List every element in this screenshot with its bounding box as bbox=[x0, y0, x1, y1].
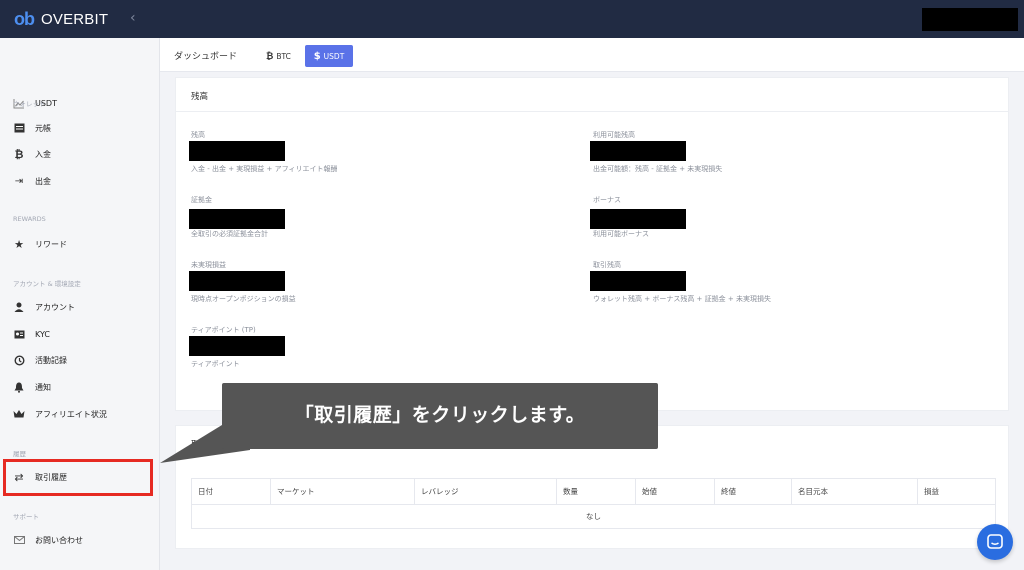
table-empty-row: なし bbox=[192, 505, 995, 528]
usdt-label: USDT bbox=[323, 51, 345, 61]
logo[interactable]: ob OVERBIT bbox=[14, 9, 108, 30]
balance-label: 残高 bbox=[191, 131, 205, 139]
bell-icon bbox=[13, 381, 25, 393]
tier-point-value-redacted bbox=[189, 336, 285, 356]
sidebar-section-support: サポート bbox=[13, 513, 39, 521]
crown-icon bbox=[13, 408, 25, 420]
sidebar-item-label: 通知 bbox=[35, 382, 51, 392]
sidebar-item-label: お問い合わせ bbox=[35, 535, 83, 545]
btc-label: BTC bbox=[276, 52, 291, 61]
balance-card-title: 残高 bbox=[191, 92, 209, 102]
sidebar-item-withdraw[interactable]: ⇥ 出金 bbox=[13, 173, 51, 189]
sidebar-item-affiliate[interactable]: アフィリエイト状況 bbox=[13, 406, 107, 422]
chat-support-button[interactable] bbox=[977, 524, 1013, 560]
sidebar-item-rewards[interactable]: ★ リワード bbox=[13, 236, 67, 252]
unrealized-note: 現時点オープンポジションの損益 bbox=[191, 295, 296, 303]
column-header[interactable]: レバレッジ bbox=[415, 479, 557, 504]
sidebar-section-history: 履歴 bbox=[13, 450, 26, 458]
btc-tab[interactable]: ₿ BTC bbox=[260, 46, 297, 67]
envelope-icon bbox=[13, 534, 25, 546]
trading-balance-label: 取引残高 bbox=[593, 261, 621, 269]
sidebar-item-label: アフィリエイト状況 bbox=[35, 409, 107, 419]
logo-mark: ob bbox=[14, 9, 35, 29]
sidebar-item-label: 出金 bbox=[35, 176, 51, 186]
top-navbar: ob OVERBIT ‹ bbox=[0, 0, 1024, 38]
bitcoin-icon: ₿ bbox=[14, 147, 24, 161]
tier-point-label: ティアポイント (TP) bbox=[191, 326, 256, 334]
sidebar-item-notifications[interactable]: 通知 bbox=[13, 379, 51, 395]
sidebar-item-label: 活動記録 bbox=[35, 355, 67, 365]
sidebar-item-label: アカウント bbox=[35, 302, 75, 312]
table-header: 日付 マーケット レバレッジ 数量 始値 終値 名目元本 損益 bbox=[192, 479, 995, 505]
available-note: 出金可能額：残高 - 証拠金 + 未実現損失 bbox=[593, 165, 723, 173]
tier-point-note: ティアポイント bbox=[191, 360, 240, 368]
margin-value-redacted bbox=[189, 209, 285, 229]
column-header[interactable]: 損益 bbox=[918, 479, 995, 504]
column-header[interactable]: 名目元本 bbox=[792, 479, 918, 504]
page-title: ダッシュボード bbox=[174, 52, 238, 62]
sidebar-item-label: 入金 bbox=[35, 149, 51, 159]
sidebar-section-wallet: ウォレット bbox=[13, 100, 46, 108]
user-icon bbox=[13, 301, 25, 313]
bonus-note: 利用可能ボーナス bbox=[593, 230, 649, 238]
balance-card-header: 残高 bbox=[176, 78, 1008, 112]
instruction-callout: 「取引履歴」をクリックします。 bbox=[222, 383, 658, 449]
margin-label: 証拠金 bbox=[191, 196, 212, 204]
dollar-icon: $ bbox=[313, 50, 321, 62]
balance-note: 入金 - 出金 + 実現損益 + アフィリエイト報酬 bbox=[191, 165, 338, 173]
unrealized-label: 未実現損益 bbox=[191, 261, 226, 269]
column-header[interactable]: 始値 bbox=[636, 479, 715, 504]
trading-balance-value-redacted bbox=[590, 271, 686, 291]
sidebar-item-activity[interactable]: 活動記録 bbox=[13, 352, 67, 368]
chat-icon bbox=[987, 534, 1003, 549]
empty-message: なし bbox=[586, 512, 601, 521]
balance-card: 残高 残高 入金 - 出金 + 実現損益 + アフィリエイト報酬 証拠金 全取引… bbox=[175, 77, 1009, 411]
bonus-label: ボーナス bbox=[593, 196, 621, 204]
logo-text: OVERBIT bbox=[41, 11, 109, 28]
margin-note: 全取引の必須証拠金合計 bbox=[191, 230, 268, 238]
sidebar-item-deposit[interactable]: ₿ 入金 bbox=[13, 146, 51, 162]
column-header[interactable]: 終値 bbox=[715, 479, 792, 504]
sidebar-item-kyc[interactable]: KYC bbox=[13, 326, 50, 342]
bitcoin-icon: ₿ bbox=[266, 52, 274, 62]
sidebar-item-contact[interactable]: お問い合わせ bbox=[13, 532, 83, 548]
highlight-box bbox=[3, 459, 153, 496]
sidebar-section-rewards: REWARDS bbox=[13, 215, 46, 223]
sidebar-section-account: アカウント & 環境設定 bbox=[13, 280, 81, 288]
sidebar-item-label: リワード bbox=[35, 239, 67, 249]
trade-history-table: 日付 マーケット レバレッジ 数量 始値 終値 名目元本 損益 なし bbox=[191, 478, 996, 529]
sidebar-item-label: 元帳 bbox=[35, 123, 51, 133]
bonus-value-redacted bbox=[590, 209, 686, 229]
usdt-tab[interactable]: $ USDT bbox=[305, 45, 353, 67]
available-label: 利用可能残高 bbox=[593, 131, 635, 139]
callout-text: 「取引履歴」をクリックします。 bbox=[294, 404, 586, 426]
redacted-user-info[interactable] bbox=[922, 8, 1018, 31]
sign-out-icon: ⇥ bbox=[14, 175, 24, 187]
balance-value-redacted bbox=[189, 141, 285, 161]
sidebar-item-ledger[interactable]: 元帳 bbox=[13, 120, 51, 136]
column-header[interactable]: マーケット bbox=[271, 479, 415, 504]
id-card-icon bbox=[13, 328, 25, 340]
trading-balance-note: ウォレット残高 + ボーナス残高 + 証拠金 + 未実現損失 bbox=[593, 295, 771, 303]
column-header[interactable]: 日付 bbox=[192, 479, 271, 504]
available-value-redacted bbox=[590, 141, 686, 161]
history-icon bbox=[13, 354, 25, 366]
ledger-icon bbox=[13, 122, 25, 134]
sub-header: ダッシュボード ₿ BTC $ USDT bbox=[160, 38, 1024, 72]
star-icon: ★ bbox=[14, 237, 24, 251]
column-header[interactable]: 数量 bbox=[557, 479, 636, 504]
unrealized-value-redacted bbox=[189, 271, 285, 291]
chevron-left-icon[interactable]: ‹ bbox=[130, 10, 136, 26]
sidebar-item-account[interactable]: アカウント bbox=[13, 299, 75, 315]
sidebar-item-label: KYC bbox=[35, 329, 50, 339]
